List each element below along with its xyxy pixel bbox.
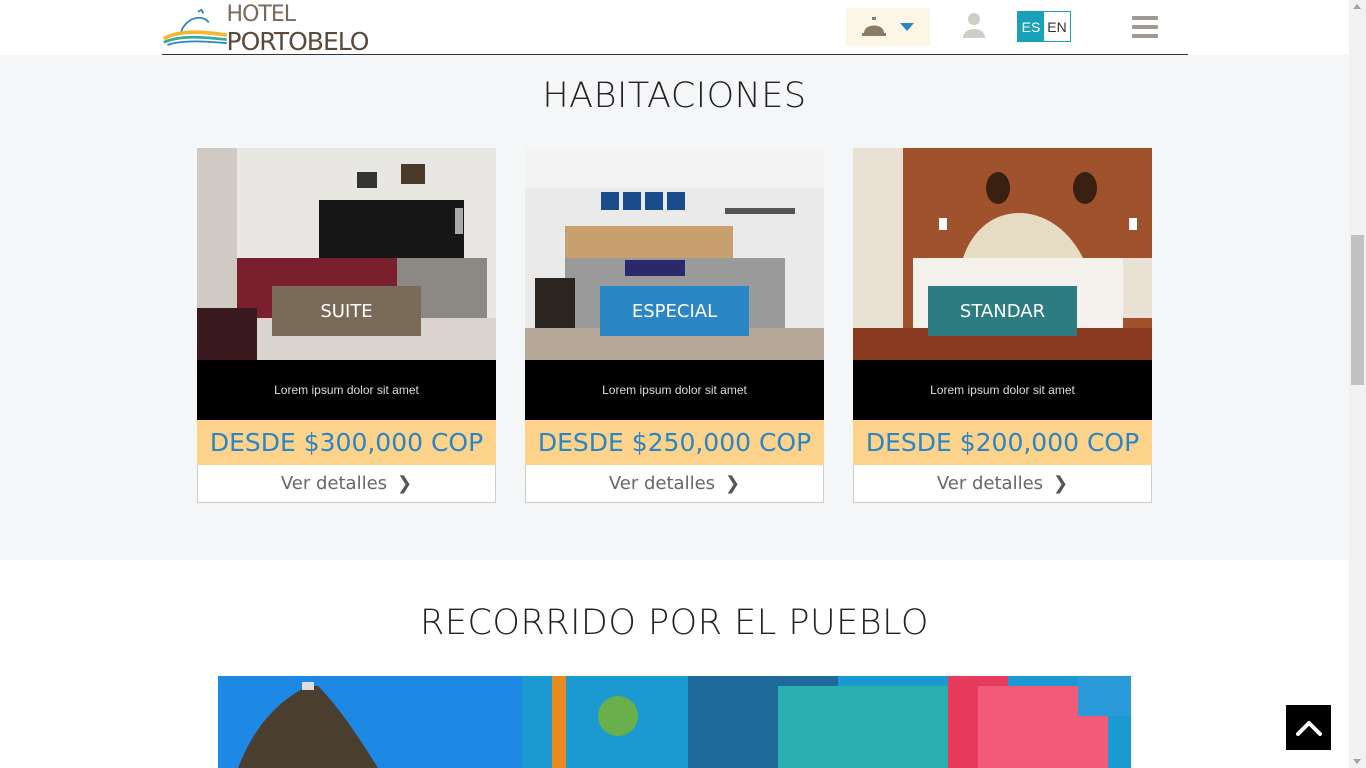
room-desc: Lorem ipsum dolor sit amet	[853, 360, 1152, 420]
room-details-button[interactable]: Ver detalles ❯	[525, 465, 824, 503]
details-label: Ver detalles	[936, 473, 1044, 494]
room-card-suite: SUITE Lorem ipsum dolor sit amet DESDE $…	[197, 148, 496, 503]
chevron-right-icon: ❯	[725, 473, 741, 494]
logo-text: HOTEL PORTOBELO	[226, 2, 370, 56]
back-to-top-button[interactable]	[1286, 705, 1331, 750]
logo-icon	[162, 8, 228, 46]
scroll-thumb[interactable]	[1351, 235, 1364, 385]
room-image-especial: ESPECIAL	[525, 148, 824, 360]
room-price: DESDE $250,000 COP	[525, 420, 824, 465]
room-card-standar: STANDAR Lorem ipsum dolor sit amet DESDE…	[853, 148, 1152, 503]
user-icon[interactable]	[962, 12, 986, 38]
details-label: Ver detalles	[608, 473, 716, 494]
tour-title: RECORRIDO POR EL PUEBLO	[420, 603, 929, 643]
scroll-up-icon[interactable]	[1353, 4, 1361, 9]
room-label-suite[interactable]: SUITE	[272, 286, 421, 336]
menu-icon[interactable]	[1132, 16, 1158, 38]
bell-icon	[862, 17, 886, 36]
page-scrollbar[interactable]	[1349, 0, 1366, 768]
lang-es-button[interactable]: ES	[1018, 12, 1044, 41]
chevron-up-icon	[1295, 720, 1322, 736]
site-header: HOTEL PORTOBELO ES EN	[0, 0, 1349, 56]
language-switcher: ES EN	[1017, 11, 1071, 42]
room-label-standar[interactable]: STANDAR	[928, 286, 1077, 336]
room-image-suite: SUITE	[197, 148, 496, 360]
hotel-logo[interactable]: HOTEL PORTOBELO	[162, 2, 422, 56]
room-details-button[interactable]: Ver detalles ❯	[197, 465, 496, 503]
reservation-dropdown[interactable]	[846, 8, 930, 46]
room-desc: Lorem ipsum dolor sit amet	[525, 360, 824, 420]
room-image-standar: STANDAR	[853, 148, 1152, 360]
room-price: DESDE $300,000 COP	[197, 420, 496, 465]
room-desc: Lorem ipsum dolor sit amet	[197, 360, 496, 420]
room-card-especial: ESPECIAL Lorem ipsum dolor sit amet DESD…	[525, 148, 824, 503]
tour-image-gallery[interactable]	[218, 676, 1131, 768]
room-price: DESDE $200,000 COP	[853, 420, 1152, 465]
lang-en-button[interactable]: EN	[1044, 12, 1070, 41]
caret-down-icon	[900, 22, 914, 31]
chevron-right-icon: ❯	[397, 473, 413, 494]
room-details-button[interactable]: Ver detalles ❯	[853, 465, 1152, 503]
chevron-right-icon: ❯	[1053, 473, 1069, 494]
details-label: Ver detalles	[280, 473, 388, 494]
room-label-especial[interactable]: ESPECIAL	[600, 286, 749, 336]
scroll-down-icon[interactable]	[1353, 759, 1361, 764]
rooms-title: HABITACIONES	[542, 76, 807, 116]
